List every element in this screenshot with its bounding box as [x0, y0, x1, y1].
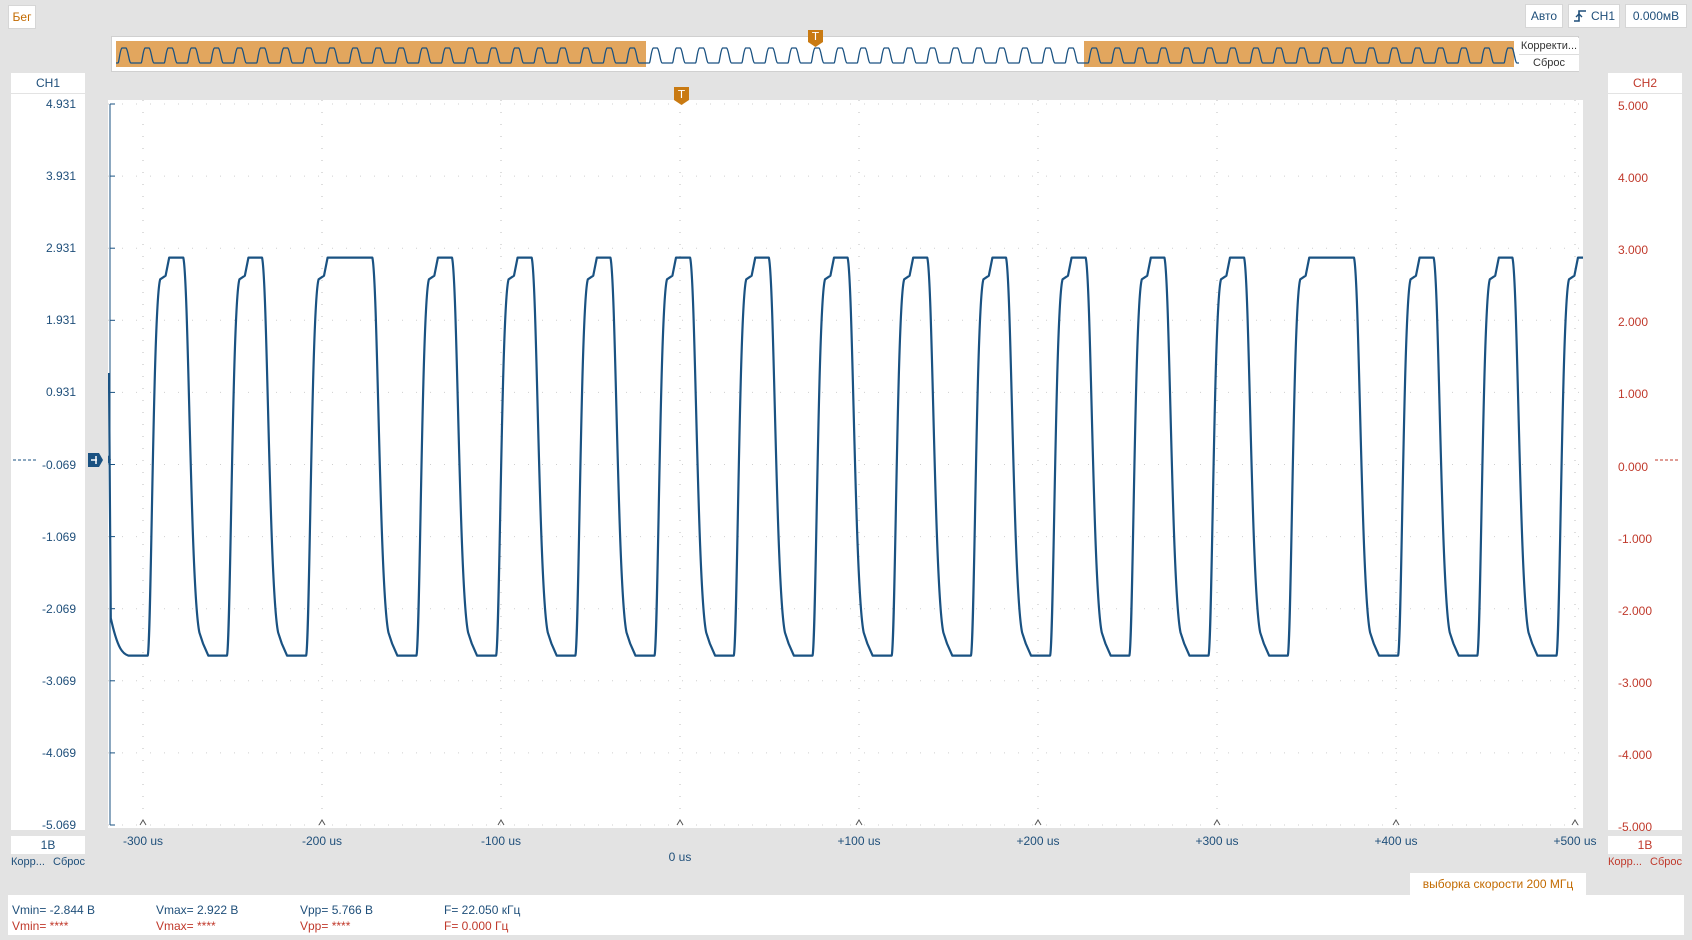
trigger-channel-label: CH1: [1590, 9, 1615, 23]
x-tick-label: +400 us: [1374, 834, 1418, 848]
ch2-frequency: F= 0.000 Гц: [444, 919, 509, 933]
ch2-vpp: Vpp= ****: [300, 919, 351, 933]
trigger-time-marker[interactable]: T: [674, 87, 689, 105]
ch1-offset-marker[interactable]: [88, 452, 104, 468]
ch1-tick-label: 4.931: [45, 97, 76, 111]
ch2-ground-stub: [1655, 459, 1679, 461]
overview-correct-button[interactable]: Корректи...: [1519, 38, 1579, 55]
x-tick-label: +200 us: [1016, 834, 1060, 848]
ch1-tick-label: -5.069: [41, 818, 76, 832]
x-tick-mark: [1213, 819, 1221, 826]
rising-edge-icon: [1573, 10, 1586, 22]
x-tick-mark: [318, 819, 326, 826]
ch2-vmin: Vmin= ****: [12, 919, 69, 933]
x-zero-label: 0 us: [668, 850, 692, 864]
ch1-reset-button[interactable]: Сброс: [53, 856, 85, 872]
ch1-label[interactable]: CH1: [11, 73, 85, 93]
x-tick-label: +300 us: [1195, 834, 1239, 848]
x-tick-label: -300 us: [122, 834, 164, 848]
ch2-tick-label: -2.000: [1618, 603, 1653, 618]
run-button[interactable]: Бег: [8, 5, 36, 29]
x-tick-mark: [1392, 819, 1400, 826]
ch2-tick-label: 4.000: [1618, 171, 1649, 186]
x-tick-mark: [855, 819, 863, 826]
trigger-channel-button[interactable]: CH1: [1568, 4, 1620, 28]
trigger-mode-button[interactable]: Авто: [1525, 4, 1563, 28]
ch1-tick-label: 3.931: [45, 169, 76, 184]
ch1-tick-label: -4.069: [41, 745, 76, 760]
ch1-vmax: Vmax= 2.922 В: [156, 903, 239, 917]
measurement-panel: [8, 895, 1684, 935]
x-tick-label: +500 us: [1553, 834, 1597, 848]
ch2-tick-label: 3.000: [1618, 243, 1649, 258]
ch2-tick-label: -5.000: [1618, 820, 1653, 834]
ch2-reset-button[interactable]: Сброс: [1650, 856, 1682, 872]
ch2-tick-label: 2.000: [1618, 315, 1649, 330]
x-tick-mark: [497, 819, 505, 826]
ch1-frequency: F= 22.050 кГц: [444, 903, 521, 917]
ch1-correction-controls: Корр... Сброс: [11, 856, 85, 872]
ch2-label[interactable]: CH2: [1608, 73, 1682, 93]
ch1-scale[interactable]: 1В: [11, 836, 85, 854]
x-tick-mark: [1571, 819, 1579, 826]
sample-rate-label: выборка скорости 200 МГц: [1410, 873, 1586, 895]
x-tick-label: -100 us: [480, 834, 522, 848]
trigger-level-button[interactable]: 0.000мВ: [1625, 4, 1687, 28]
ch2-tick-label: -1.000: [1618, 531, 1653, 546]
overview-trigger-marker[interactable]: T: [808, 30, 823, 47]
waveform-plot: [96, 93, 1619, 828]
ch1-correct-button[interactable]: Корр...: [11, 856, 45, 872]
ch2-correct-button[interactable]: Корр...: [1608, 856, 1642, 872]
waveform-overview[interactable]: [111, 36, 1579, 72]
ch2-tick-label: 1.000: [1618, 387, 1649, 402]
ch2-tick-label: 5.000: [1618, 99, 1649, 113]
x-tick-label: +100 us: [837, 834, 881, 848]
x-tick-mark: [676, 819, 684, 826]
ch1-waveform: [107, 256, 1619, 657]
svg-text:T: T: [811, 30, 819, 43]
ch1-tick-label: 1.931: [45, 313, 76, 328]
plot-area[interactable]: [96, 93, 1619, 828]
ch1-tick-label: 2.931: [45, 241, 76, 256]
ch1-tick-label: -2.069: [41, 601, 76, 616]
ch2-tick-label: -4.000: [1618, 747, 1653, 762]
ch1-tick-label: 0.931: [45, 385, 76, 400]
overview-reset-button[interactable]: Сброс: [1519, 55, 1579, 71]
ch2-scale[interactable]: 1В: [1608, 836, 1682, 854]
ch2-tick-label: -3.000: [1618, 675, 1653, 690]
x-tick-label: -200 us: [301, 834, 343, 848]
ch1-vpp: Vpp= 5.766 В: [300, 903, 374, 917]
ch2-vmax: Vmax= ****: [156, 919, 216, 933]
ch2-correction-controls: Корр... Сброс: [1608, 856, 1682, 872]
x-tick-mark: [139, 819, 147, 826]
ch1-vmin: Vmin= -2.844 В: [12, 903, 96, 917]
ch1-tick-label: -3.069: [41, 673, 76, 688]
ch1-ground-stub: [13, 459, 37, 461]
svg-text:T: T: [677, 88, 685, 101]
ch1-tick-label: -1.069: [41, 529, 76, 544]
x-tick-mark: [1034, 819, 1042, 826]
